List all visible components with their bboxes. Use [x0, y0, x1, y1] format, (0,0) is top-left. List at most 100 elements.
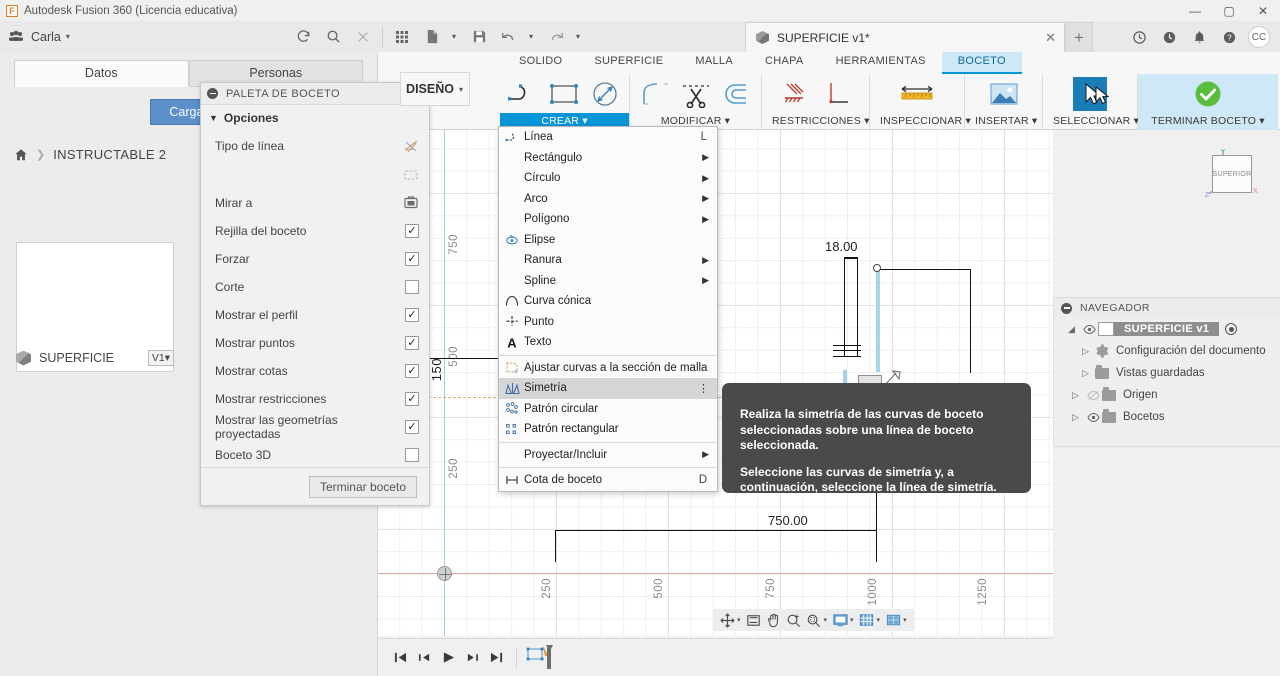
palette-row-mostrar-geometrias-proyectadas[interactable]: Mostrar las geometrías proyectadas [201, 413, 429, 441]
search-icon[interactable] [318, 21, 348, 52]
menu-item-circulo[interactable]: Círculo ▶ [499, 168, 717, 189]
options-section-header[interactable]: ▼ Opciones [201, 105, 429, 131]
view-cube[interactable]: Y X Z SUPERIOR [1203, 147, 1258, 202]
browser-item-configuracion[interactable]: ▷ Configuración del documento [1054, 340, 1280, 362]
finish-sketch-button[interactable] [1186, 76, 1230, 112]
trim-tool-button[interactable] [675, 76, 716, 112]
refresh-icon[interactable] [288, 21, 318, 52]
browser-item-origen[interactable]: ▷ Origen [1054, 384, 1280, 406]
menu-item-simetria[interactable]: Simetría ⋮ [499, 378, 717, 399]
close-window-button[interactable]: ✕ [1246, 0, 1280, 21]
home-icon[interactable] [14, 148, 28, 162]
menu-item-rectangulo[interactable]: Rectángulo ▶ [499, 148, 717, 169]
orbit-icon[interactable] [717, 610, 737, 630]
circle-tool-button[interactable] [585, 76, 625, 112]
menu-item-poligono[interactable]: Polígono ▶ [499, 209, 717, 230]
palette-row-corte[interactable]: Corte [201, 273, 429, 301]
sketch-feature-icon[interactable] [525, 643, 555, 673]
menu-item-punto[interactable]: Punto [499, 312, 717, 333]
dimension-value-750[interactable]: 750.00 [768, 513, 808, 528]
pan-icon[interactable] [764, 610, 784, 630]
activate-component-radio[interactable] [1225, 323, 1238, 335]
checkbox-mostrar-restricciones[interactable] [405, 392, 419, 406]
checkbox-mostrar-puntos[interactable] [405, 336, 419, 350]
display-settings-icon[interactable] [830, 610, 850, 630]
insert-image-button[interactable] [982, 76, 1026, 112]
checkbox-rejilla-del-boceto[interactable] [405, 224, 419, 238]
tab-superficie[interactable]: SUPERFICIE [578, 52, 679, 74]
viewports-icon[interactable] [883, 610, 903, 630]
menu-item-ranura[interactable]: Ranura ▶ [499, 250, 717, 271]
chevron-down-icon[interactable]: ▾ [737, 616, 741, 624]
menu-item-patron-rectangular[interactable]: Patrón rectangular [499, 419, 717, 440]
centerline-icon[interactable] [403, 167, 419, 183]
zoom-window-icon[interactable] [804, 610, 824, 630]
tab-datos[interactable]: Datos [14, 60, 189, 87]
redo-icon[interactable] [541, 21, 571, 52]
save-icon[interactable] [464, 21, 494, 52]
palette-row-mostrar-restricciones[interactable]: Mostrar restricciones [201, 385, 429, 413]
tab-solido[interactable]: SOLIDO [503, 52, 578, 74]
skip-first-icon[interactable] [388, 646, 412, 670]
perpendicular-constraint-button[interactable] [816, 76, 860, 112]
maximize-button[interactable]: ▢ [1212, 0, 1246, 21]
zoom-icon[interactable] [784, 610, 804, 630]
workspace-dropdown[interactable]: DISEÑO ▾ [400, 72, 470, 106]
fix-constraint-button[interactable] [772, 76, 816, 112]
chevron-down-icon[interactable]: ▾ [576, 32, 580, 41]
palette-row-tipo-de-linea-2[interactable] [201, 161, 429, 189]
tab-chapa[interactable]: CHAPA [749, 52, 820, 74]
menu-item-arco[interactable]: Arco ▶ [499, 189, 717, 210]
rectangle-tool-button[interactable] [544, 76, 584, 112]
undo-icon[interactable] [494, 21, 524, 52]
chevron-down-icon[interactable]: ▾ [452, 32, 456, 41]
palette-row-boceto-3d[interactable]: Boceto 3D [201, 441, 429, 469]
expand-triangle-icon[interactable]: ◢ [1068, 324, 1081, 335]
finish-sketch-palette-button[interactable]: Terminar boceto [308, 475, 417, 498]
offset-tool-button[interactable] [716, 76, 757, 112]
overflow-menu-icon[interactable]: ⋮ [698, 382, 709, 395]
grid-snaps-icon[interactable] [857, 610, 877, 630]
chevron-down-icon[interactable]: ▾ [903, 616, 907, 624]
skip-last-icon[interactable] [484, 646, 508, 670]
menu-item-texto[interactable]: A Texto [499, 332, 717, 353]
fillet-tool-button[interactable] [634, 76, 675, 112]
avatar[interactable]: CC [1248, 26, 1270, 48]
menu-item-ajustar-curvas[interactable]: Ajustar curvas a la sección de malla [499, 358, 717, 379]
checkbox-boceto-3d[interactable] [405, 448, 419, 462]
origin-point[interactable] [437, 566, 452, 581]
checkbox-mostrar-cotas[interactable] [405, 364, 419, 378]
palette-row-mostrar-el-perfil[interactable]: Mostrar el perfil [201, 301, 429, 329]
visibility-eye-off-icon[interactable] [1085, 390, 1102, 401]
checkbox-corte[interactable] [405, 280, 419, 294]
palette-row-rejilla-del-boceto[interactable]: Rejilla del boceto [201, 217, 429, 245]
ribbon-panel-inspeccionar-label[interactable]: INSPECCIONAR ▾ [870, 113, 971, 130]
palette-row-tipo-de-linea[interactable]: Tipo de línea [201, 131, 429, 161]
menu-item-patron-circular[interactable]: Patrón circular [499, 399, 717, 420]
file-list-item[interactable]: SUPERFICIE V1▾ [16, 350, 174, 366]
history-icon[interactable] [1154, 22, 1184, 52]
sketch-point[interactable] [873, 264, 881, 272]
step-forward-icon[interactable] [460, 646, 484, 670]
chevron-down-icon[interactable]: ▾ [824, 616, 828, 624]
look-at-icon[interactable] [403, 195, 419, 211]
notifications-icon[interactable] [1184, 22, 1214, 52]
visibility-eye-icon[interactable] [1081, 324, 1098, 335]
help-icon[interactable]: ? [1214, 22, 1244, 52]
file-version-selector[interactable]: V1▾ [147, 350, 174, 366]
document-tab[interactable]: SUPERFICIE v1* ✕ [745, 22, 1065, 52]
menu-item-curva-conica[interactable]: Curva cónica [499, 291, 717, 312]
add-tab-button[interactable]: + [1065, 22, 1093, 52]
menu-item-spline[interactable]: Spline ▶ [499, 271, 717, 292]
palette-row-mostrar-puntos[interactable]: Mostrar puntos [201, 329, 429, 357]
tab-boceto[interactable]: BOCETO [941, 52, 1022, 74]
chevron-down-icon[interactable]: ▾ [877, 616, 881, 624]
view-cube-face-label[interactable]: SUPERIOR [1212, 155, 1252, 193]
construction-line-icon[interactable] [403, 138, 419, 154]
browser-item-vistas-guardadas[interactable]: ▷ Vistas guardadas [1054, 362, 1280, 384]
chevron-down-icon[interactable]: ▾ [850, 616, 854, 624]
tab-herramientas[interactable]: HERRAMIENTAS [820, 52, 942, 74]
grid-apps-icon[interactable] [387, 21, 417, 52]
minimize-button[interactable]: — [1178, 0, 1212, 21]
ribbon-panel-restricciones-label[interactable]: RESTRICCIONES ▾ [762, 113, 869, 130]
